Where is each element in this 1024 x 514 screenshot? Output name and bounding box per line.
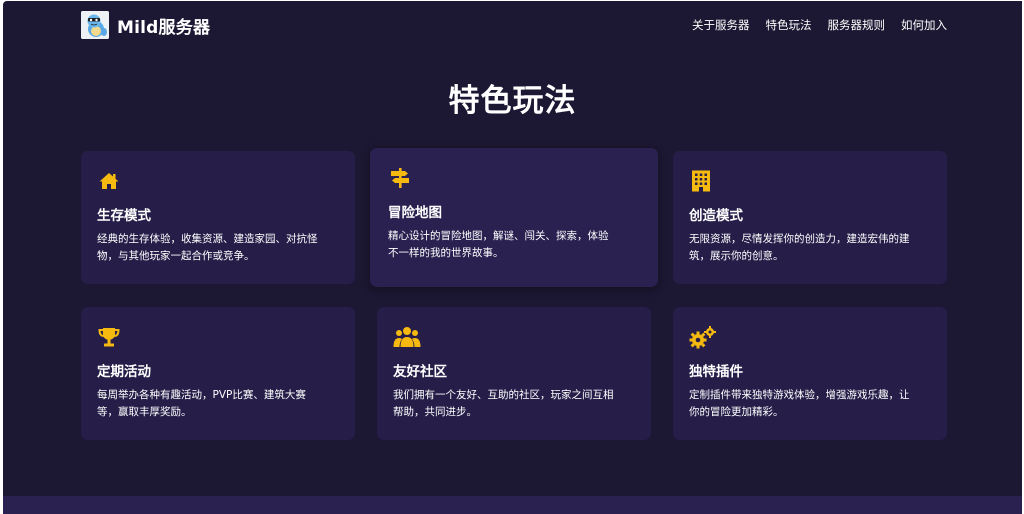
squirtle-mascot-icon	[81, 11, 109, 39]
gears-icon	[689, 326, 716, 349]
card-description: 定制插件带来独特游戏体验，增强游戏乐趣，让 你的冒险更加精彩。	[689, 387, 931, 421]
card-title: 创造模式	[689, 208, 743, 224]
feature-card-community: 友好社区 我们拥有一个友好、互助的社区，玩家之间互相 帮助，共同进步。	[377, 307, 651, 440]
card-description: 精心设计的冒险地图，解谜、闯关、探索，体验 不一样的我的世界故事。	[388, 228, 642, 262]
card-description-line: 精心设计的冒险地图，解谜、闯关、探索，体验	[388, 230, 609, 242]
feature-card-creative: 创造模式 无限资源，尽情发挥你的创造力，建造宏伟的建 筑，展示你的创意。	[673, 151, 947, 284]
section-title: 特色玩法	[448, 83, 577, 119]
nav-link-rules[interactable]: 服务器规则	[828, 17, 886, 33]
card-description: 我们拥有一个友好、互助的社区，玩家之间互相 帮助，共同进步。	[393, 387, 635, 421]
card-description-line: 每周举办各种有趣活动，PVP比赛、建筑大赛	[97, 389, 306, 401]
card-description: 经典的生存体验，收集资源、建造家园、对抗怪 物，与其他玩家一起合作或竞争。	[97, 231, 339, 265]
card-description: 每周举办各种有趣活动，PVP比赛、建筑大赛 等，赢取丰厚奖励。	[97, 387, 339, 421]
card-description-line: 你的冒险更加精彩。	[689, 406, 784, 418]
card-description-line: 无限资源，尽情发挥你的创造力，建造宏伟的建	[689, 233, 910, 245]
feature-card-adventure: 冒险地图 精心设计的冒险地图，解谜、闯关、探索，体验 不一样的我的世界故事。	[370, 148, 658, 287]
card-description-line: 我们拥有一个友好、互助的社区，玩家之间互相	[393, 389, 614, 401]
top-navbar: Mild服务器 关于服务器 特色玩法 服务器规则 如何加入	[81, 9, 947, 41]
card-description-line: 等，赢取丰厚奖励。	[97, 406, 192, 418]
feature-card-events: 定期活动 每周举办各种有趣活动，PVP比赛、建筑大赛 等，赢取丰厚奖励。	[81, 307, 355, 440]
nav-link-join[interactable]: 如何加入	[901, 17, 947, 33]
page: Mild服务器 关于服务器 特色玩法 服务器规则 如何加入 特色玩法 生存模式 …	[3, 1, 1022, 514]
card-description-line: 帮助，共同进步。	[393, 406, 477, 418]
card-title: 定期活动	[97, 364, 151, 380]
brand[interactable]: Mild服务器	[81, 11, 210, 39]
building-icon	[692, 170, 710, 192]
card-description-line: 筑，展示你的创意。	[689, 250, 784, 262]
feature-card-plugins: 独特插件 定制插件带来独特游戏体验，增强游戏乐趣，让 你的冒险更加精彩。	[673, 307, 947, 440]
feature-card-survival: 生存模式 经典的生存体验，收集资源、建造家园、对抗怪 物，与其他玩家一起合作或竞…	[81, 151, 355, 284]
card-description: 无限资源，尽情发挥你的创造力，建造宏伟的建 筑，展示你的创意。	[689, 231, 931, 265]
card-title: 生存模式	[97, 208, 151, 224]
brand-name: Mild服务器	[117, 17, 211, 38]
card-description-line: 定制插件带来独特游戏体验，增强游戏乐趣，让	[689, 389, 910, 401]
nav-link-features[interactable]: 特色玩法	[766, 17, 812, 33]
users-icon	[393, 327, 421, 347]
card-description-line: 经典的生存体验，收集资源、建造家园、对抗怪	[97, 233, 318, 245]
card-title: 冒险地图	[388, 205, 442, 221]
footer-strip	[3, 496, 1022, 514]
card-title: 友好社区	[393, 364, 447, 380]
trophy-icon	[98, 328, 120, 347]
signpost-icon	[391, 168, 409, 188]
card-title: 独特插件	[689, 364, 743, 380]
nav-link-about[interactable]: 关于服务器	[692, 17, 750, 33]
home-icon	[99, 173, 119, 189]
card-description-line: 不一样的我的世界故事。	[388, 247, 504, 259]
nav-links: 关于服务器 特色玩法 服务器规则 如何加入	[692, 17, 947, 33]
card-description-line: 物，与其他玩家一起合作或竞争。	[97, 250, 255, 262]
